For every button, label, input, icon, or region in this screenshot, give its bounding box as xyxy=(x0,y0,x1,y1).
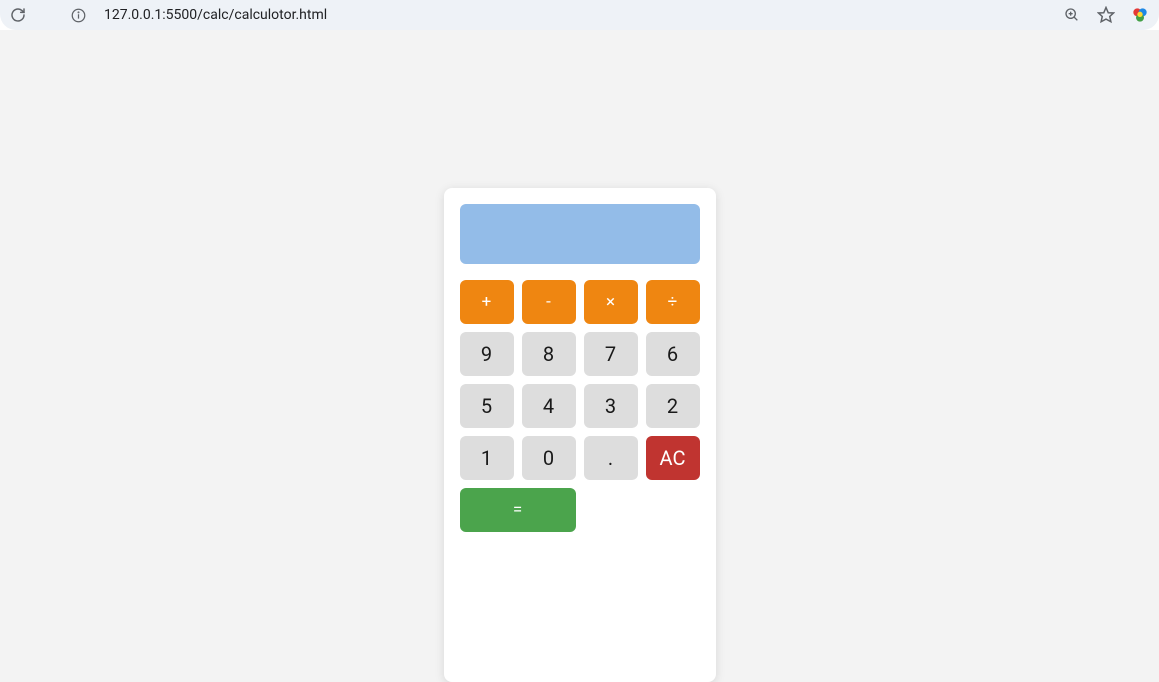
equals-button[interactable]: = xyxy=(460,488,576,532)
subtract-button[interactable]: - xyxy=(522,280,576,324)
calculator-button-grid: + - × ÷ 9 8 7 6 5 4 3 2 1 0 . AC = xyxy=(460,280,700,532)
all-clear-button[interactable]: AC xyxy=(646,436,700,480)
calculator-panel: + - × ÷ 9 8 7 6 5 4 3 2 1 0 . AC = xyxy=(444,188,716,682)
calculator-display xyxy=(460,204,700,264)
extension-icon[interactable] xyxy=(1131,6,1149,24)
digit-7-button[interactable]: 7 xyxy=(584,332,638,376)
digit-0-button[interactable]: 0 xyxy=(522,436,576,480)
digit-4-button[interactable]: 4 xyxy=(522,384,576,428)
reload-icon[interactable] xyxy=(10,7,26,23)
browser-address-bar: 127.0.0.1:5500/calc/calculotor.html xyxy=(0,0,1159,30)
bookmark-star-icon[interactable] xyxy=(1097,6,1115,24)
digit-1-button[interactable]: 1 xyxy=(460,436,514,480)
add-button[interactable]: + xyxy=(460,280,514,324)
site-info-icon[interactable] xyxy=(70,7,86,23)
multiply-button[interactable]: × xyxy=(584,280,638,324)
digit-2-button[interactable]: 2 xyxy=(646,384,700,428)
divide-button[interactable]: ÷ xyxy=(646,280,700,324)
zoom-icon[interactable] xyxy=(1063,6,1081,24)
page-body: + - × ÷ 9 8 7 6 5 4 3 2 1 0 . AC = xyxy=(0,30,1159,682)
digit-3-button[interactable]: 3 xyxy=(584,384,638,428)
digit-6-button[interactable]: 6 xyxy=(646,332,700,376)
digit-9-button[interactable]: 9 xyxy=(460,332,514,376)
digit-5-button[interactable]: 5 xyxy=(460,384,514,428)
url-text[interactable]: 127.0.0.1:5500/calc/calculotor.html xyxy=(104,7,327,23)
digit-8-button[interactable]: 8 xyxy=(522,332,576,376)
decimal-button[interactable]: . xyxy=(584,436,638,480)
